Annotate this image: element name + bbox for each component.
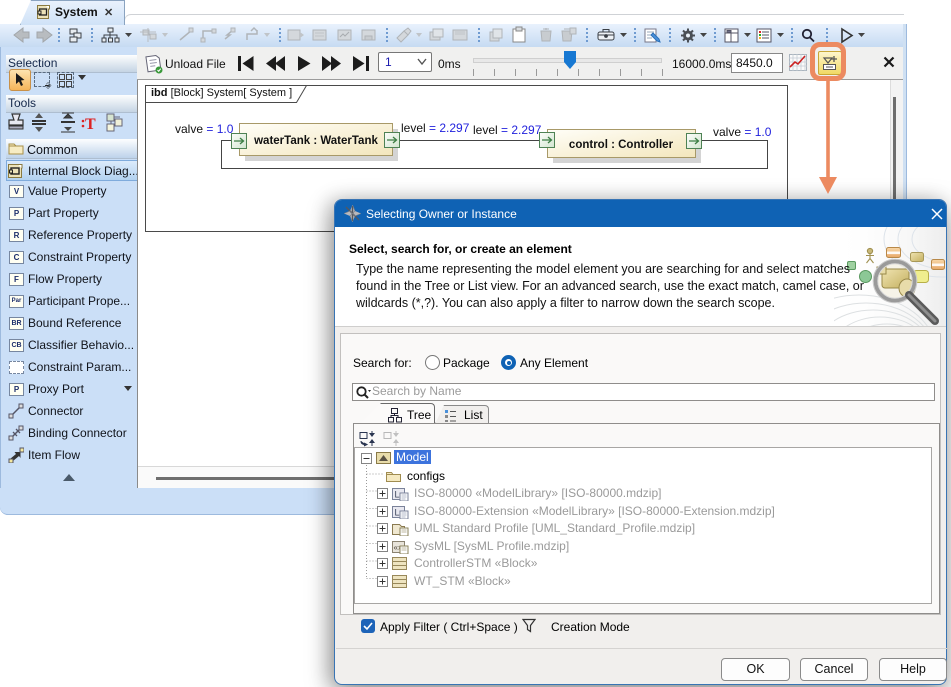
- svg-text:level = 2.297: level = 2.297: [401, 121, 470, 135]
- svg-text:T: T: [85, 116, 96, 133]
- svg-text:valve = 1.0: valve = 1.0: [713, 125, 772, 139]
- svg-text:L: L: [395, 490, 400, 500]
- svg-text:waterTank : WaterTank: waterTank : WaterTank: [253, 135, 378, 147]
- svg-text:control : Controller: control : Controller: [569, 139, 674, 151]
- svg-text:ibd [Block] System[ System ]: ibd [Block] System[ System ]: [151, 87, 292, 99]
- svg-text:L: L: [395, 507, 400, 517]
- svg-text:valve = 1.0: valve = 1.0: [175, 122, 234, 136]
- svg-text:level = 2.297: level = 2.297: [473, 123, 542, 137]
